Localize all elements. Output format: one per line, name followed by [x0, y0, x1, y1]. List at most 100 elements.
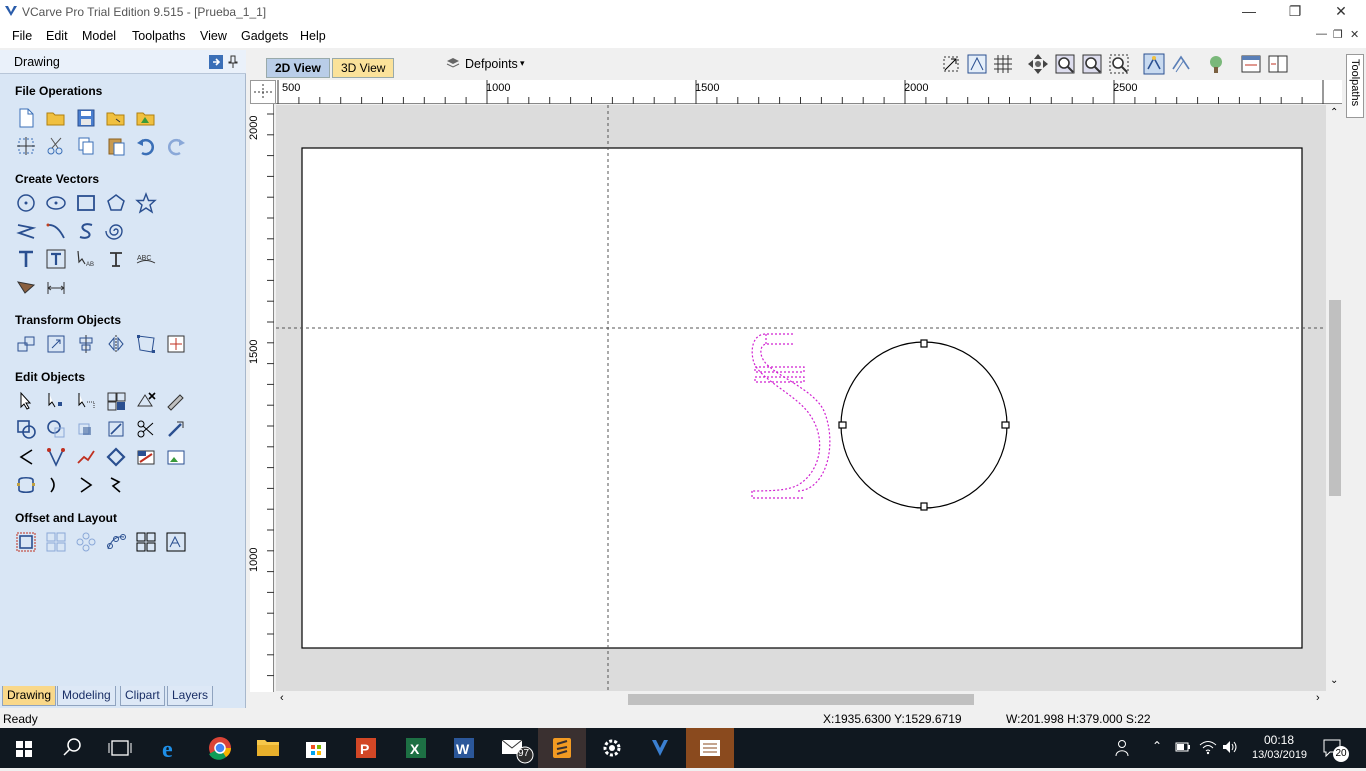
tab-2d-view[interactable]: 2D View: [266, 58, 330, 78]
clock-time[interactable]: 00:18: [1264, 733, 1294, 747]
scroll-down-icon[interactable]: ⌄: [1330, 675, 1338, 686]
copy-icon[interactable]: [75, 135, 97, 157]
draw-circle-icon[interactable]: [15, 192, 37, 214]
draw-text-icon[interactable]: [15, 248, 37, 270]
scroll-left-icon[interactable]: ‹: [280, 692, 284, 704]
excel-icon[interactable]: X: [392, 728, 440, 768]
store-icon[interactable]: [292, 728, 340, 768]
scroll-right-icon[interactable]: ›: [1316, 692, 1320, 704]
tab-layers[interactable]: Layers: [167, 686, 214, 706]
join-vectors-icon[interactable]: [15, 446, 37, 468]
undo-icon[interactable]: [135, 135, 157, 157]
redo-icon[interactable]: [165, 135, 187, 157]
draw-ellipse-icon[interactable]: [45, 192, 67, 214]
open-file-icon[interactable]: [45, 107, 67, 129]
menu-view[interactable]: View: [200, 29, 227, 43]
start-button[interactable]: [0, 728, 48, 768]
cut-icon[interactable]: [45, 135, 67, 157]
layout-window-icon[interactable]: [1240, 53, 1262, 75]
wifi-icon[interactable]: [1199, 739, 1217, 755]
move-icon[interactable]: [15, 333, 37, 355]
horizontal-scroll-thumb[interactable]: [628, 694, 974, 705]
close-vectors-icon[interactable]: [45, 446, 67, 468]
material-sheet[interactable]: [301, 147, 1303, 649]
vertical-scroll-thumb[interactable]: [1329, 300, 1341, 496]
zoom-box-icon[interactable]: [1054, 53, 1076, 75]
new-file-icon[interactable]: [15, 107, 37, 129]
tab-clipart[interactable]: Clipart: [120, 686, 165, 706]
menu-gadgets[interactable]: Gadgets: [241, 29, 288, 43]
copy-along-vectors-icon[interactable]: [105, 531, 127, 553]
sublime-icon[interactable]: [538, 728, 586, 768]
dimension-icon[interactable]: [45, 276, 67, 298]
weld-icon[interactable]: [15, 418, 37, 440]
draw-curve-icon[interactable]: [45, 220, 67, 242]
draw-polygon-icon[interactable]: [105, 192, 127, 214]
paste-icon[interactable]: [105, 135, 127, 157]
draw-star-icon[interactable]: [135, 192, 157, 214]
set-size-icon[interactable]: [45, 333, 67, 355]
word-icon[interactable]: W: [440, 728, 488, 768]
smooth-curve-icon[interactable]: [75, 446, 97, 468]
close-button[interactable]: ✕: [1318, 0, 1364, 24]
scissors-icon[interactable]: [135, 418, 157, 440]
subtract-icon[interactable]: [45, 418, 67, 440]
snap-options-icon[interactable]: [966, 53, 988, 75]
deselect-icon[interactable]: [135, 390, 157, 412]
pin-icon[interactable]: [228, 55, 238, 69]
snap-toggle-icon[interactable]: [1143, 53, 1165, 75]
menu-file[interactable]: File: [12, 29, 32, 43]
array-copy-icon[interactable]: [45, 531, 67, 553]
edit-vectors-icon[interactable]: [165, 390, 187, 412]
split-view-icon[interactable]: [1267, 53, 1289, 75]
draw-polyline-icon[interactable]: [15, 220, 37, 242]
menu-toolpaths[interactable]: Toolpaths: [132, 29, 186, 43]
draw-spiral-icon[interactable]: [105, 220, 127, 242]
vcarve-taskbar-icon[interactable]: [636, 728, 684, 768]
restore-button[interactable]: ❐: [1272, 0, 1318, 24]
mdi-minimize-button[interactable]: —: [1316, 28, 1327, 40]
scroll-up-icon[interactable]: ⌃: [1330, 107, 1338, 118]
interactive-select-icon[interactable]: [75, 390, 97, 412]
circular-array-icon[interactable]: [75, 531, 97, 553]
powerpoint-icon[interactable]: P: [342, 728, 390, 768]
active-app-icon[interactable]: [686, 728, 734, 768]
extend-icon[interactable]: [75, 474, 97, 496]
job-setup-icon[interactable]: [15, 135, 37, 157]
ungroup-icon[interactable]: [45, 474, 67, 496]
zoom-extents-icon[interactable]: [1081, 53, 1103, 75]
curve-fit-icon[interactable]: [105, 446, 127, 468]
menu-help[interactable]: Help: [300, 29, 326, 43]
select-icon[interactable]: [15, 390, 37, 412]
settings-gear-icon[interactable]: [588, 728, 636, 768]
trace-bitmap-icon[interactable]: [15, 276, 37, 298]
file-explorer-icon[interactable]: [244, 728, 292, 768]
tab-3d-view[interactable]: 3D View: [332, 58, 395, 78]
layer-selector[interactable]: Defpoints: [465, 57, 518, 71]
mail-icon[interactable]: 97: [490, 728, 538, 768]
pan-icon[interactable]: [1027, 53, 1049, 75]
bend-text-icon[interactable]: ABC: [135, 248, 157, 270]
mirror-icon[interactable]: [105, 333, 127, 355]
select-all-icon[interactable]: [105, 390, 127, 412]
auto-nest-icon[interactable]: [165, 531, 187, 553]
intersect-icon[interactable]: [75, 418, 97, 440]
layer-dropdown-chevron-icon[interactable]: ▾: [520, 58, 525, 69]
draw-spline-icon[interactable]: [75, 220, 97, 242]
zoom-to-selection-icon[interactable]: [940, 53, 962, 75]
battery-icon[interactable]: [1175, 741, 1191, 753]
panel-toggle-icon[interactable]: [208, 54, 224, 70]
group-icon[interactable]: [15, 474, 37, 496]
image-edit-icon[interactable]: [165, 446, 187, 468]
import-bitmap-icon[interactable]: [135, 107, 157, 129]
tab-drawing[interactable]: Drawing: [2, 686, 57, 706]
mdi-restore-button[interactable]: ❐: [1333, 28, 1343, 41]
save-icon[interactable]: [75, 107, 97, 129]
show-toolpaths-icon[interactable]: [1170, 53, 1192, 75]
search-icon[interactable]: [48, 728, 96, 768]
minimize-button[interactable]: —: [1226, 0, 1272, 24]
vertical-scrollbar[interactable]: ⌃ ⌄: [1326, 105, 1343, 691]
text-on-curve-icon[interactable]: AB: [75, 248, 97, 270]
import-vectors-icon[interactable]: [105, 107, 127, 129]
offset-icon[interactable]: [15, 531, 37, 553]
